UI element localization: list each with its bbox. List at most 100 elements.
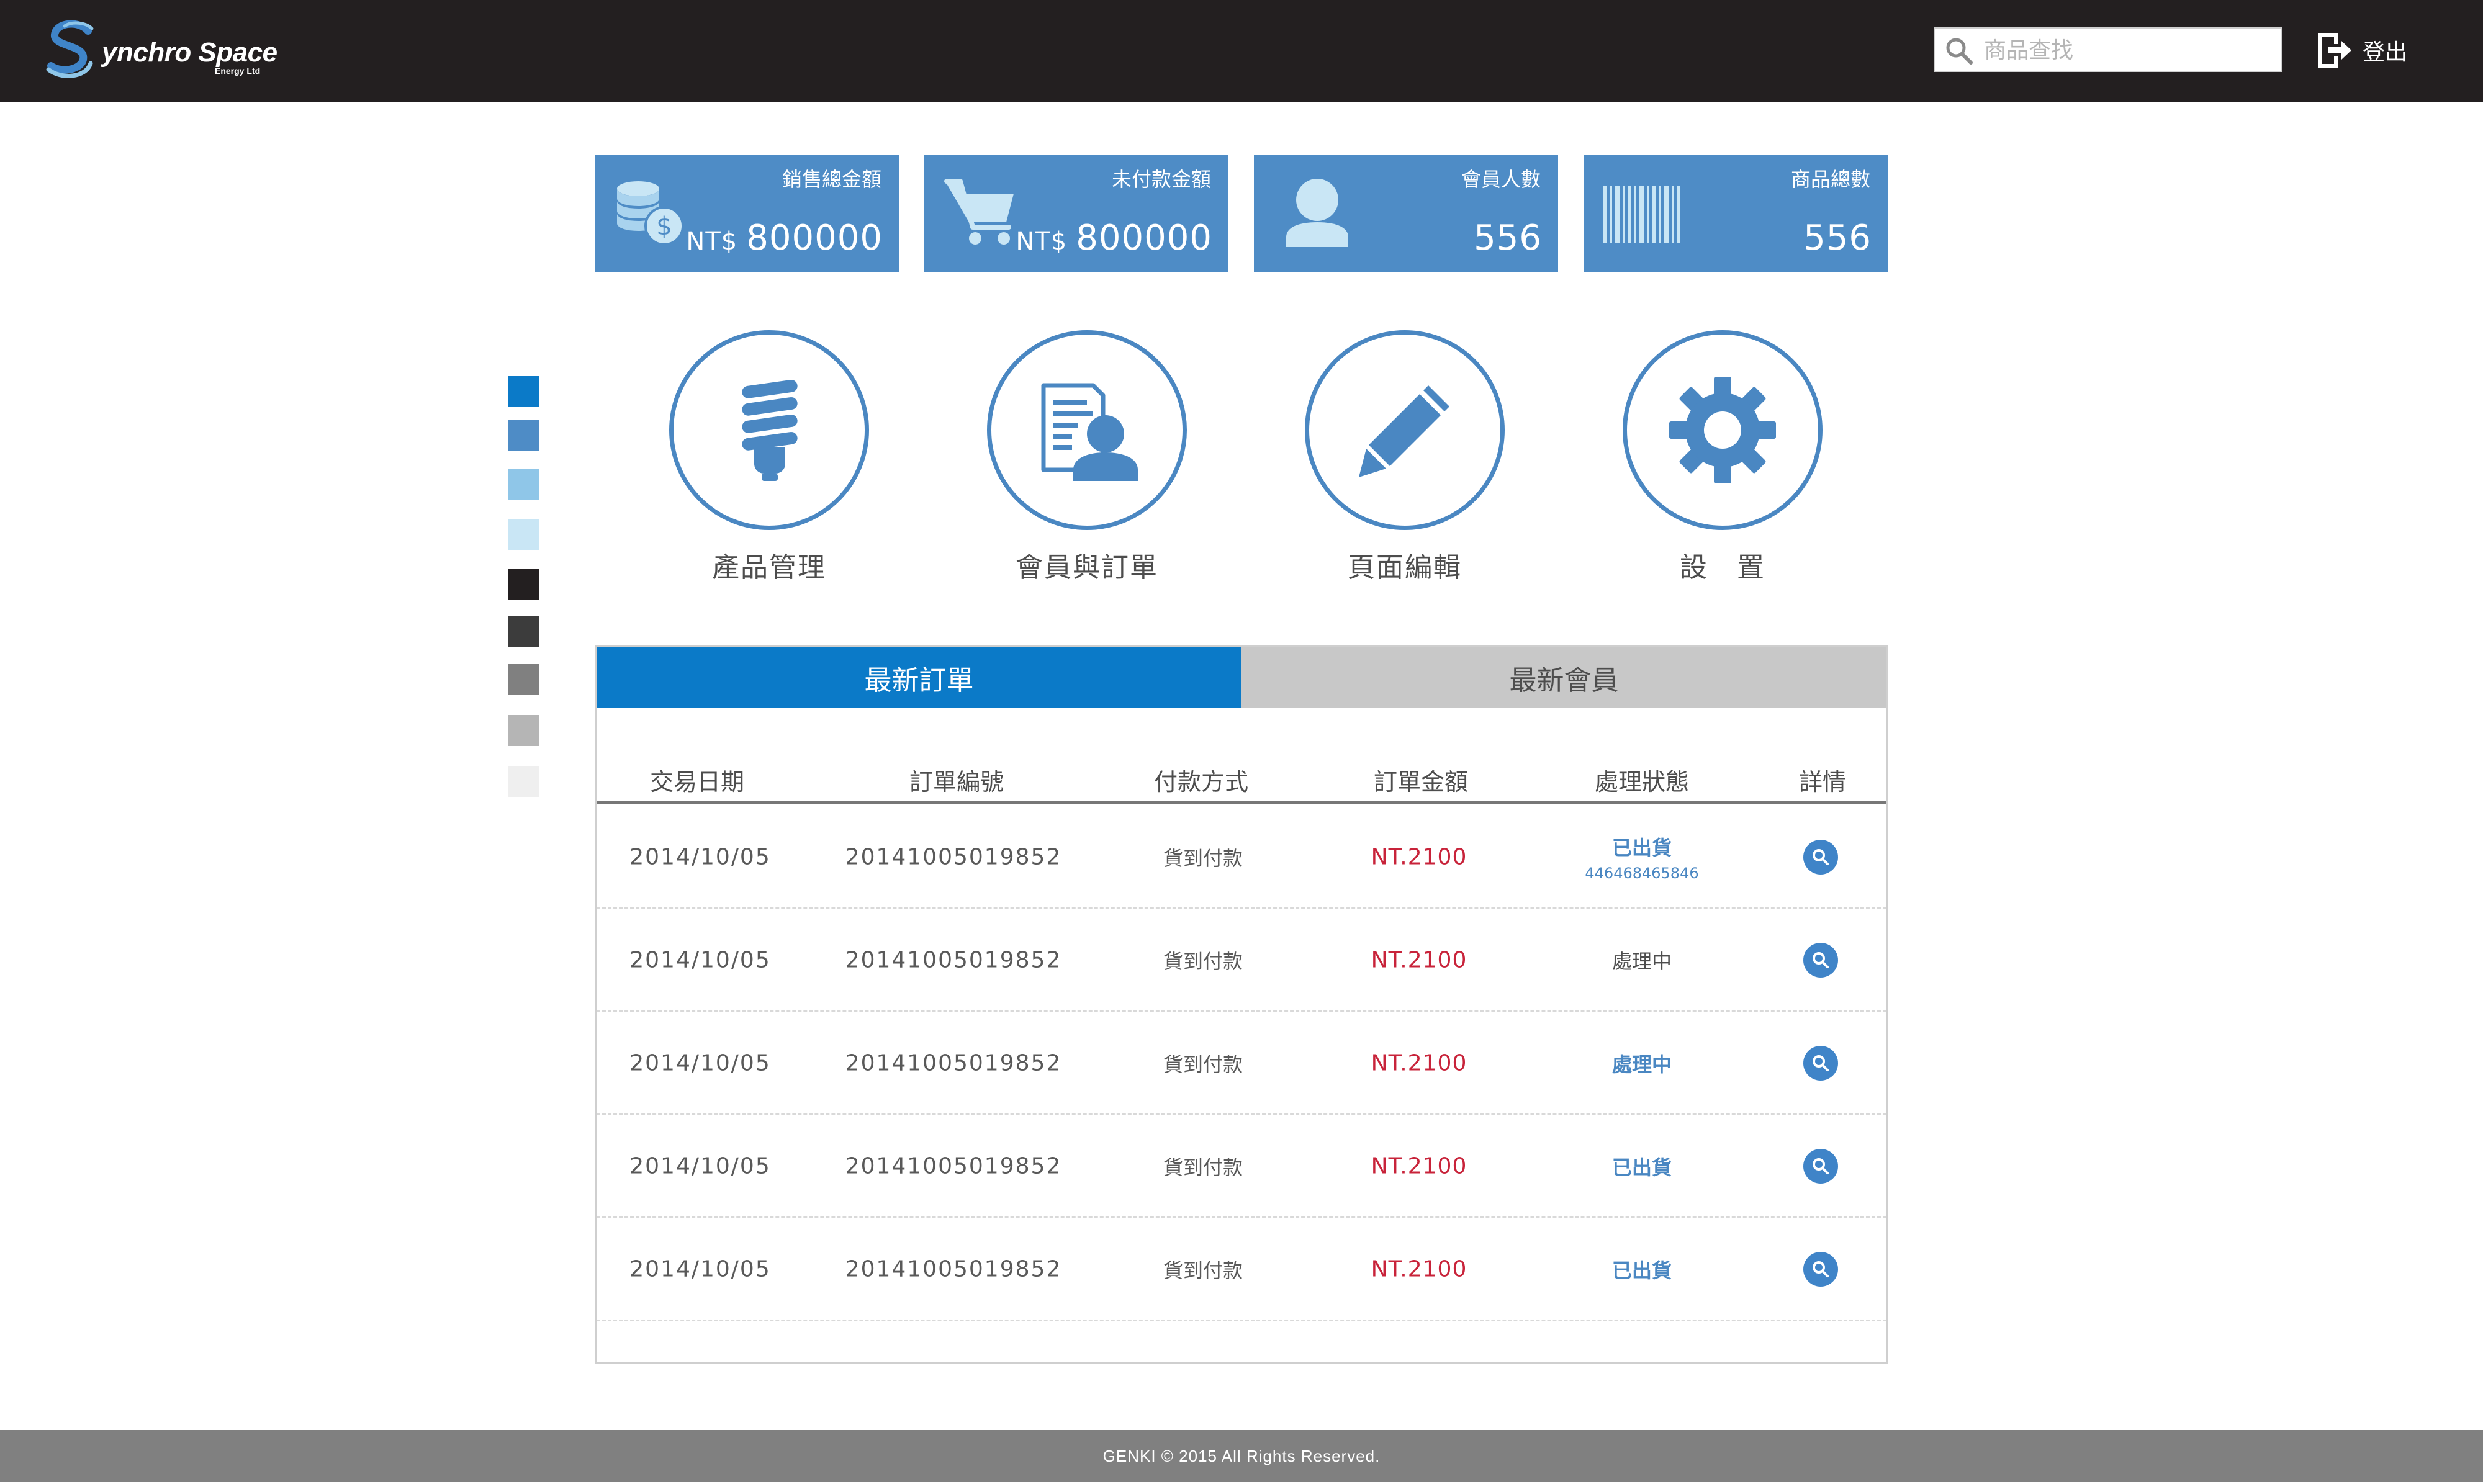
light-bulb-icon	[742, 379, 798, 481]
page-footer: GENKI © 2015 All Rights Reserved.	[0, 1430, 2483, 1482]
cell-order-number: 20141005019852	[845, 947, 1062, 973]
nav-product-management[interactable]: 產品管理	[667, 330, 872, 591]
cell-date: 2014/10/05	[629, 947, 771, 973]
nav-circle[interactable]	[1305, 330, 1505, 530]
cell-amount: NT.2100	[1371, 1256, 1467, 1282]
svg-text:$: $	[656, 212, 672, 241]
column-header-details: 詳情	[1798, 768, 1847, 796]
stat-card-total-sales: $ 銷售總金額 NT$ 800000	[595, 155, 899, 272]
nav-label: 會員與訂單	[1016, 552, 1158, 583]
status-text: 已出貨	[1611, 835, 1672, 860]
copyright-text: GENKI © 2015 All Rights Reserved.	[1102, 1446, 1381, 1465]
color-swatch	[508, 569, 539, 600]
search-icon[interactable]	[1944, 36, 1974, 66]
color-swatch	[508, 664, 539, 695]
column-header-payment: 付款方式	[1153, 768, 1249, 796]
detail-button[interactable]	[1803, 1251, 1838, 1287]
cell-order-number: 20141005019852	[845, 1256, 1062, 1282]
detail-button[interactable]	[1803, 1045, 1838, 1081]
cell-amount: NT.2100	[1371, 1050, 1467, 1076]
latest-panel: 最新訂單 最新會員 交易日期 訂單編號 付款方式 訂單金額 處理狀態 詳情 20…	[595, 645, 1888, 1364]
status-text: 處理中	[1611, 949, 1672, 973]
logout-label: 登出	[2363, 40, 2408, 65]
nav-circle[interactable]	[987, 330, 1187, 530]
stat-value: 556	[1474, 218, 1542, 258]
cell-order-number: 20141005019852	[845, 844, 1062, 870]
tab-latest-orders[interactable]: 最新訂單	[597, 647, 1242, 708]
currency-prefix: NT$	[686, 227, 738, 256]
color-swatch	[508, 469, 539, 500]
logo-text: ynchro Space	[102, 37, 277, 68]
stat-card-member-count: 會員人數 556	[1254, 155, 1558, 272]
status-text: 已出貨	[1611, 1155, 1672, 1179]
nav-settings[interactable]: 設 置	[1620, 330, 1825, 591]
product-search-input[interactable]	[1984, 32, 2269, 68]
status-text: 已出貨	[1611, 1258, 1672, 1282]
nav-page-editing[interactable]: 頁面編輯	[1302, 330, 1507, 591]
pencil-icon	[1359, 385, 1449, 477]
table-row: 2014/10/05 20141005019852 貨到付款 NT.2100 處…	[597, 1012, 1886, 1115]
stat-label: 商品總數	[1790, 168, 1870, 191]
stat-label: 未付款金額	[1111, 168, 1211, 191]
cell-date: 2014/10/05	[629, 1256, 771, 1282]
cell-payment: 貨到付款	[1163, 1155, 1243, 1179]
table-row: 2014/10/05 20141005019852 貨到付款 NT.2100 已…	[597, 1115, 1886, 1218]
member-document-icon	[1041, 383, 1138, 481]
stat-value: 556	[1803, 218, 1872, 258]
nav-label: 頁面編輯	[1348, 552, 1462, 583]
color-swatch	[508, 616, 539, 647]
detail-button[interactable]	[1803, 1148, 1838, 1184]
column-header-status: 處理狀態	[1594, 768, 1690, 796]
user-icon	[1286, 179, 1348, 247]
stat-label: 銷售總金額	[782, 168, 881, 191]
table-row: 2014/10/05 20141005019852 貨到付款 NT.2100 已…	[597, 806, 1886, 909]
top-header: ynchro Space Energy Ltd 登出	[0, 0, 2483, 102]
s-swirl-logo-icon	[46, 20, 94, 78]
cell-order-number: 20141005019852	[845, 1050, 1062, 1076]
detail-button[interactable]	[1803, 942, 1838, 978]
table-row: 2014/10/05 20141005019852 貨到付款 NT.2100 處…	[597, 909, 1886, 1012]
nav-members-and-orders[interactable]: 會員與訂單	[985, 330, 1189, 591]
shopping-cart-icon	[944, 179, 1014, 245]
barcode-icon	[1603, 186, 1680, 243]
cell-status: 已出貨	[1612, 1152, 1672, 1180]
magnifier-icon	[1813, 1158, 1829, 1174]
nav-label: 設 置	[1680, 552, 1765, 583]
logout-button[interactable]: 登出	[2315, 29, 2427, 72]
cell-status: 處理中	[1612, 946, 1672, 974]
cell-payment: 貨到付款	[1163, 949, 1243, 973]
cell-amount: NT.2100	[1371, 947, 1467, 973]
column-header-order-number: 訂單編號	[909, 768, 1004, 796]
tab-latest-members[interactable]: 最新會員	[1242, 647, 1886, 708]
cell-status: 已出貨	[1612, 1255, 1672, 1284]
logo-subtitle: Energy Ltd	[215, 66, 261, 76]
column-header-date: 交易日期	[649, 768, 745, 796]
tracking-number[interactable]: 446468465846	[1585, 865, 1698, 882]
magnifier-icon	[1813, 1055, 1829, 1071]
nav-circle[interactable]	[1623, 330, 1823, 530]
nav-circle[interactable]	[669, 330, 869, 530]
detail-button[interactable]	[1803, 839, 1838, 875]
stat-card-unpaid-amount: 未付款金額 NT$ 800000	[924, 155, 1228, 272]
color-swatch	[508, 420, 539, 451]
status-text: 處理中	[1611, 1052, 1672, 1076]
cell-payment: 貨到付款	[1163, 1258, 1243, 1282]
color-swatch	[508, 715, 539, 746]
stat-value: NT$ 800000	[1016, 218, 1212, 258]
color-swatch	[508, 376, 539, 407]
color-swatch	[508, 766, 539, 797]
search-box	[1934, 27, 2282, 72]
table-row: 2014/10/05 20141005019852 貨到付款 NT.2100 已…	[597, 1218, 1886, 1321]
magnifier-icon	[1813, 1261, 1829, 1277]
cell-amount: NT.2100	[1371, 844, 1467, 870]
nav-label: 產品管理	[712, 552, 826, 583]
stat-amount: 800000	[1076, 218, 1212, 258]
company-logo[interactable]: ynchro Space Energy Ltd	[45, 19, 293, 81]
cell-payment: 貨到付款	[1163, 1052, 1243, 1076]
currency-prefix: NT$	[1016, 227, 1068, 256]
gear-icon	[1669, 377, 1776, 483]
cell-date: 2014/10/05	[629, 844, 771, 870]
cell-order-number: 20141005019852	[845, 1153, 1062, 1179]
stat-value: NT$ 800000	[686, 218, 883, 258]
stat-card-product-count: 商品總數 556	[1584, 155, 1888, 272]
